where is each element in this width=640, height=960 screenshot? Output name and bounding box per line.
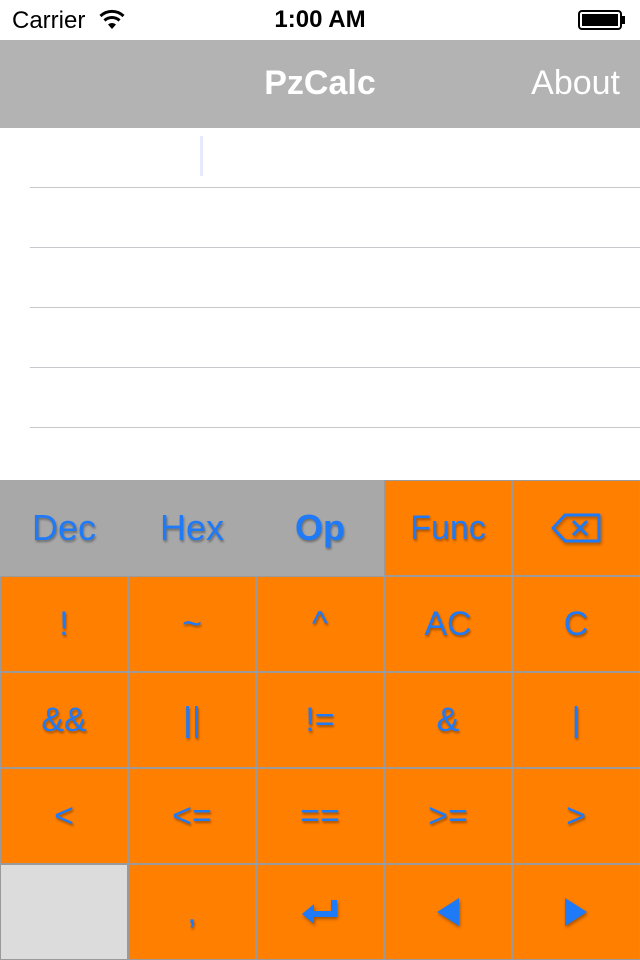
enter-key[interactable]	[257, 865, 383, 959]
func-button[interactable]: Func	[385, 481, 511, 575]
tab-dec[interactable]: Dec	[0, 480, 128, 576]
greater-than-key[interactable]: >	[513, 769, 639, 863]
less-equal-key[interactable]: <=	[129, 769, 255, 863]
keypad: Dec Hex Op Func ! ~ ^ AC C && || != & | …	[0, 480, 640, 960]
clear-key[interactable]: C	[513, 577, 639, 671]
xor-key[interactable]: ^	[257, 577, 383, 671]
line-divider	[30, 307, 640, 308]
logical-and-key[interactable]: &&	[1, 673, 127, 767]
tab-op[interactable]: Op	[256, 480, 384, 576]
status-time: 1:00 AM	[274, 6, 366, 33]
keypad-mode-tabs: Dec Hex Op	[0, 480, 384, 576]
battery-icon	[578, 10, 625, 30]
left-arrow-icon	[437, 898, 459, 926]
less-than-key[interactable]: <	[1, 769, 127, 863]
bitwise-not-key[interactable]: ~	[129, 577, 255, 671]
equal-key[interactable]: ==	[257, 769, 383, 863]
navigation-bar: PzCalc About	[0, 40, 640, 128]
bitwise-or-key[interactable]: |	[513, 673, 639, 767]
about-button[interactable]: About	[531, 64, 620, 103]
line-divider	[30, 367, 640, 368]
cursor-right-key[interactable]	[513, 865, 639, 959]
status-bar: Carrier 1:00 AM	[0, 0, 640, 40]
not-equal-key[interactable]: !=	[257, 673, 383, 767]
line-divider	[30, 187, 640, 188]
backspace-button[interactable]	[513, 481, 639, 575]
not-key[interactable]: !	[1, 577, 127, 671]
expression-display[interactable]	[0, 128, 640, 480]
greater-equal-key[interactable]: >=	[385, 769, 511, 863]
return-arrow-icon	[302, 900, 337, 924]
all-clear-key[interactable]: AC	[385, 577, 511, 671]
text-cursor	[200, 136, 203, 176]
line-divider	[30, 427, 640, 428]
tab-hex[interactable]: Hex	[128, 480, 256, 576]
right-arrow-icon	[565, 898, 587, 926]
logical-or-key[interactable]: ||	[129, 673, 255, 767]
bitwise-and-key[interactable]: &	[385, 673, 511, 767]
backspace-icon	[551, 513, 601, 543]
cursor-left-key[interactable]	[385, 865, 511, 959]
line-divider	[30, 247, 640, 248]
comma-key[interactable]: ,	[129, 865, 255, 959]
blank-key	[1, 865, 127, 959]
